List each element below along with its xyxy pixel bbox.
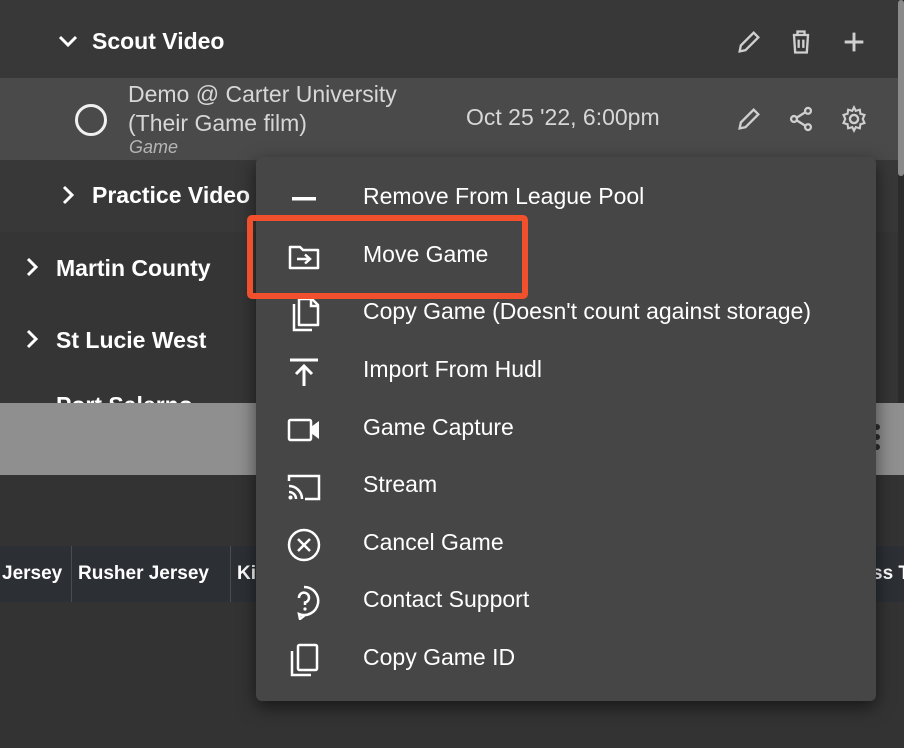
menu-item-copy-game-id[interactable]: Copy Game ID [256,630,876,687]
cancel-circle-icon [286,527,322,563]
copy-id-icon [286,642,322,678]
game-type-label: Game [129,137,179,157]
game-context-menu: Remove From League Pool Move Game Copy G… [256,157,876,701]
team-folder-martin-county[interactable]: Martin County [56,255,211,282]
game-date: Oct 25 '22, 6:00pm [466,104,660,130]
video-camera-icon [286,412,322,448]
practice-video-label: Practice Video [92,182,251,208]
column-header-jersey[interactable]: Jersey [0,546,72,602]
copy-icon [286,296,322,332]
chevron-right-icon[interactable] [20,255,44,279]
tree-scroll-thumb[interactable] [898,0,904,176]
share-icon[interactable] [786,104,816,134]
scout-video-folder-row[interactable]: Scout Video [0,0,898,78]
menu-item-stream[interactable]: Stream [256,457,876,514]
menu-item-copy-game[interactable]: Copy Game (Doesn't count against storage… [256,284,876,341]
game-title: Demo @ Carter University (Their Game fil… [128,81,397,136]
help-bubble-icon [286,584,322,622]
team-folder-st-lucie-west[interactable]: St Lucie West [56,327,206,354]
scout-video-label: Scout Video [92,28,225,54]
menu-item-contact-support[interactable]: Contact Support [256,572,876,629]
team-folder-port-salerno[interactable]: Port Salerno [56,392,193,403]
minus-icon [286,181,322,217]
menu-item-game-capture[interactable]: Game Capture [256,400,876,457]
menu-item-remove-from-league-pool[interactable]: Remove From League Pool [256,169,876,226]
folder-move-icon [286,239,322,275]
chevron-right-icon[interactable] [56,183,80,207]
column-header-rusher-jersey[interactable]: Rusher Jersey [72,546,231,602]
cast-icon [286,469,322,505]
menu-item-import-from-hudl[interactable]: Import From Hudl [256,342,876,399]
chevron-down-icon[interactable] [56,29,80,53]
upload-icon [286,354,322,390]
plus-icon[interactable] [839,27,869,57]
game-select-radio[interactable] [75,104,107,136]
chevron-right-icon[interactable] [20,327,44,351]
trash-icon[interactable] [786,27,816,57]
gear-icon[interactable] [839,104,869,134]
pencil-icon[interactable] [734,104,764,134]
menu-item-move-game[interactable]: Move Game [256,227,876,284]
pencil-icon[interactable] [734,27,764,57]
menu-item-cancel-game[interactable]: Cancel Game [256,515,876,572]
